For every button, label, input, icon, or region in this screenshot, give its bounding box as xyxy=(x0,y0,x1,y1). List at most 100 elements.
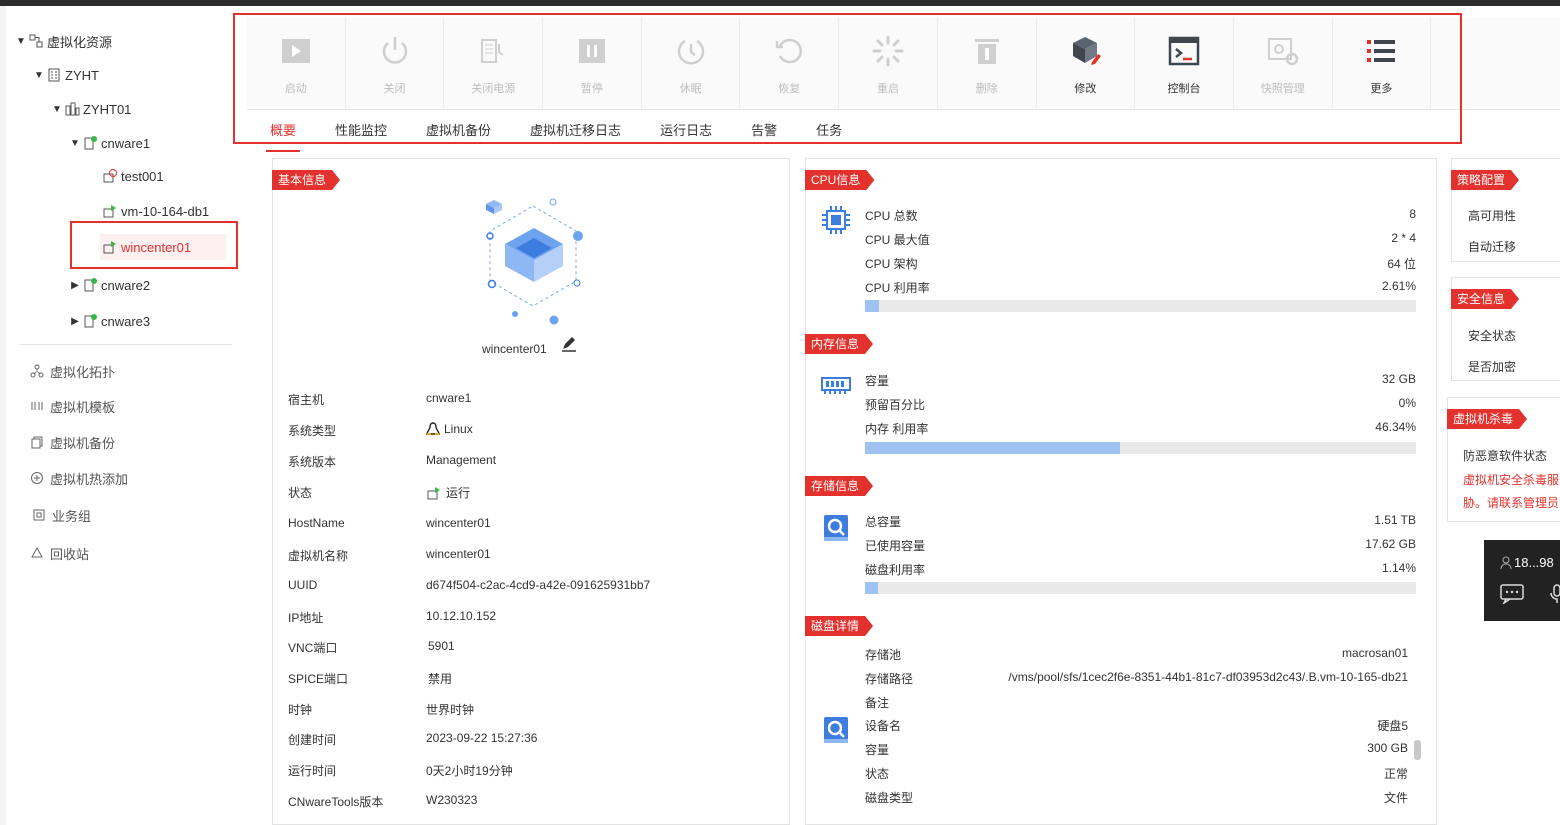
datacenter-icon xyxy=(65,102,80,116)
storage-info-tag: 存储信息 xyxy=(805,476,873,496)
sidebar-item-label: 虚拟机模板 xyxy=(50,399,116,415)
tree-label-host-group: ZYHT01 xyxy=(83,101,132,117)
vm-cube-icon xyxy=(486,198,583,325)
sidebar-item-topology[interactable]: 虚拟化拓扑 xyxy=(30,360,115,382)
tree-node-host-cnware3[interactable]: ▶ cnware3 xyxy=(68,308,150,334)
info-value: 0天2小时19分钟 xyxy=(426,764,513,778)
storage-usage-bar xyxy=(865,582,1416,594)
info-label: 系统版本 xyxy=(288,455,337,469)
business-group-icon xyxy=(33,509,45,521)
security-tag: 安全信息 xyxy=(1451,289,1519,309)
cpu-usage-bar xyxy=(865,300,1416,312)
memory-info-tag: 内存信息 xyxy=(805,334,873,354)
disk-type-label: 磁盘类型 xyxy=(865,791,914,805)
cpu-usage-value: 2.61% xyxy=(1381,279,1416,293)
floating-remote-widget[interactable]: 18...98 xyxy=(1484,540,1560,621)
info-label: UUID xyxy=(288,578,318,592)
chat-icon[interactable] xyxy=(1500,584,1524,604)
tree-node-cluster[interactable]: ▼ ZYHT xyxy=(32,62,99,88)
host-icon xyxy=(84,136,97,150)
info-value: 禁用 xyxy=(428,672,453,686)
resource-pool-icon xyxy=(29,34,43,48)
info-value: 运行 xyxy=(426,484,470,501)
caret-down-icon[interactable]: ▼ xyxy=(68,138,82,149)
linux-tux-icon xyxy=(426,422,440,435)
info-value: W230323 xyxy=(426,793,478,807)
info-value: 5901 xyxy=(428,639,455,653)
user-icon xyxy=(1500,556,1512,570)
tree-node-vm-test001[interactable]: test001 xyxy=(102,163,164,189)
caret-right-icon[interactable]: ▶ xyxy=(68,316,82,327)
edit-pencil-icon[interactable] xyxy=(560,335,578,353)
vm-stopped-icon xyxy=(103,169,117,183)
cpu-arch-value: 64 位 xyxy=(1387,257,1416,271)
storage-total-label: 总容量 xyxy=(865,515,902,529)
sidebar-item-business-group[interactable]: 业务组 xyxy=(32,504,91,526)
microphone-icon[interactable] xyxy=(1548,584,1560,604)
tree-label-host1: cnware1 xyxy=(101,135,151,151)
basic-info-tag: 基本信息 xyxy=(272,170,340,190)
tree-label-cluster: ZYHT xyxy=(65,67,99,83)
storage-usage-fill xyxy=(865,582,879,594)
disk-detail-tag: 磁盘详情 xyxy=(805,616,873,636)
caret-down-icon[interactable]: ▼ xyxy=(32,70,46,81)
topology-icon xyxy=(30,364,44,378)
storage-search-icon xyxy=(824,515,848,541)
status-value: 运行 xyxy=(446,486,471,500)
disk-capacity-value: 300 GB xyxy=(1367,741,1408,755)
info-value: 2023-09-22 15:27:36 xyxy=(426,731,538,745)
sidebar-item-recycle-bin[interactable]: 回收站 xyxy=(30,542,89,564)
tree-label-host3: cnware3 xyxy=(101,313,151,329)
antimalware-status-label: 防恶意软件状态 xyxy=(1463,449,1548,463)
sidebar-item-backup[interactable]: 虚拟机备份 xyxy=(30,431,115,453)
memory-reserve-value: 0% xyxy=(1398,396,1416,410)
sidebar-item-label: 虚拟机备份 xyxy=(50,435,116,451)
info-label: IP地址 xyxy=(288,611,324,625)
disk-note-label: 备注 xyxy=(865,696,890,710)
memory-stick-icon xyxy=(821,377,851,394)
security-status-label: 安全状态 xyxy=(1468,329,1517,343)
info-value: wincenter01 xyxy=(426,516,491,530)
info-value: 世界时钟 xyxy=(426,703,475,717)
disk-pool-value: macrosan01 xyxy=(1341,646,1408,660)
info-label: 系统类型 xyxy=(288,424,337,438)
antivirus-tag: 虚拟机杀毒 xyxy=(1447,409,1527,429)
cpu-info-tag: CPU信息 xyxy=(805,170,874,190)
host-link[interactable]: cnware1 xyxy=(426,391,471,405)
tree-node-host-group[interactable]: ▼ ZYHT01 xyxy=(50,96,131,122)
host-icon xyxy=(84,314,97,328)
cpu-arch-label: CPU 架构 xyxy=(865,257,918,271)
disk-path-label: 存储路径 xyxy=(865,672,914,686)
tree-node-root[interactable]: ▼ 虚拟化资源 xyxy=(14,28,112,54)
memory-reserve-label: 预留百分比 xyxy=(865,398,926,412)
cpu-usage-label: CPU 利用率 xyxy=(865,281,930,295)
toolbar-highlight xyxy=(233,13,1462,144)
caret-down-icon[interactable]: ▼ xyxy=(14,36,28,47)
caret-down-icon[interactable]: ▼ xyxy=(50,104,64,115)
antivirus-warning-line1: 虚拟机安全杀毒服务 xyxy=(1463,473,1560,487)
disk-status-value: 正常 xyxy=(1383,767,1408,781)
window-top-bar xyxy=(0,0,1560,6)
info-label: 时钟 xyxy=(288,703,313,717)
disk-device-label: 设备名 xyxy=(865,719,902,733)
storage-usage-value: 1.14% xyxy=(1381,561,1416,575)
sidebar-item-hot-add[interactable]: 虚拟机热添加 xyxy=(30,467,128,489)
cpu-chip-icon xyxy=(822,206,850,234)
caret-right-icon[interactable]: ▶ xyxy=(68,280,82,291)
ha-label: 高可用性 xyxy=(1468,209,1517,223)
memory-usage-label: 内存 利用率 xyxy=(865,422,929,436)
info-label: 创建时间 xyxy=(288,733,337,747)
tree-node-host-cnware1[interactable]: ▼ cnware1 xyxy=(68,130,150,156)
tree-node-host-cnware2[interactable]: ▶ cnware2 xyxy=(68,272,150,298)
disk-capacity-label: 容量 xyxy=(865,743,890,757)
info-label: SPICE端口 xyxy=(288,672,349,686)
cpu-total-label: CPU 总数 xyxy=(865,209,918,223)
tree-label-vm1: test001 xyxy=(121,168,164,184)
disk-scrollbar[interactable] xyxy=(1414,740,1421,760)
sidebar-item-label: 回收站 xyxy=(50,546,90,562)
disk-search-icon xyxy=(824,717,848,743)
cpu-total-value: 8 xyxy=(1409,207,1416,221)
info-label: CNwareTools版本 xyxy=(288,795,384,809)
info-value: d674f504-c2ac-4cd9-a42e-091625931bb7 xyxy=(426,578,651,592)
sidebar-item-template[interactable]: 虚拟机模板 xyxy=(30,395,115,417)
